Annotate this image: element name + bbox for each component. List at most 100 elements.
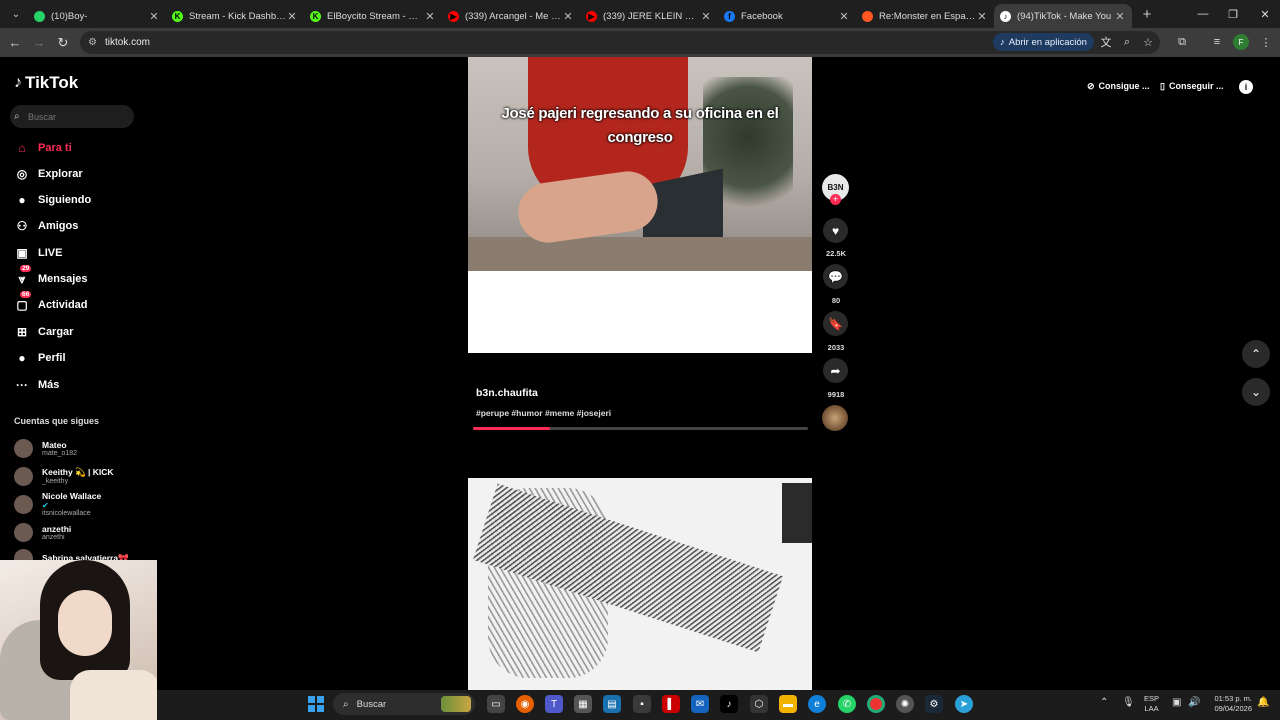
windows-taskbar xyxy=(157,690,1280,720)
profile-avatar[interactable]: F xyxy=(1233,34,1249,50)
language-indicator[interactable]: ESP LAA xyxy=(1144,694,1159,714)
steam-icon[interactable]: ⚙ xyxy=(925,695,943,713)
tab-title: ElBoycito Stream - Watch xyxy=(327,10,424,22)
minimize-icon[interactable]: — xyxy=(1188,0,1218,28)
new-tab-button[interactable]: + xyxy=(1136,6,1158,23)
taskbar-clock[interactable]: 01:53 p. m. 09/04/2026 xyxy=(1206,694,1252,714)
firefox-icon[interactable]: ◉ xyxy=(516,695,534,713)
forward-icon[interactable]: → xyxy=(27,31,51,55)
browser-tab[interactable]: ▶ (339) JERE KLEIN X KATTE✕ xyxy=(580,4,718,28)
zoom-icon[interactable]: ⌕ xyxy=(1117,32,1137,52)
previous-video-icon[interactable]: ⌃ xyxy=(1242,340,1270,368)
whatsapp-icon[interactable]: ✆ xyxy=(838,695,856,713)
app-icon[interactable]: ▪ xyxy=(633,695,651,713)
windows-start-icon[interactable] xyxy=(308,696,324,712)
maximize-icon[interactable]: ❐ xyxy=(1218,0,1248,28)
sidebar-item-m-s[interactable]: ··· Más xyxy=(14,375,59,395)
sidebar-item-para-ti[interactable]: ⌂ Para ti xyxy=(14,138,71,158)
teams-icon[interactable]: T xyxy=(545,695,563,713)
tab-close-icon[interactable]: ✕ xyxy=(976,10,988,23)
followed-account[interactable]: Keeithy 💫 | KICK _keeithy xyxy=(14,463,114,489)
browser-tab[interactable]: K ElBoycito Stream - Watch✕ xyxy=(304,4,442,28)
bookmark-star-icon[interactable]: ☆ xyxy=(1138,32,1158,52)
browser-tab[interactable]: ♪ (94)TikTok - Make You ✕ xyxy=(994,4,1132,28)
sidebar-item-siguiendo[interactable]: ● Siguiendo xyxy=(14,190,91,210)
followed-account[interactable]: Mateo mate_o182 xyxy=(14,435,77,461)
profile-icon: ● xyxy=(18,351,26,365)
telegram-icon[interactable]: ➤ xyxy=(955,695,973,713)
tab-close-icon[interactable]: ✕ xyxy=(838,10,850,23)
tab-close-icon[interactable]: ✕ xyxy=(700,10,712,23)
red-app-icon[interactable]: ▌ xyxy=(662,695,680,713)
tab-title: Stream - Kick Dashboard xyxy=(189,10,286,22)
network-icon[interactable]: ▣ xyxy=(1172,697,1181,708)
task-view-icon[interactable]: ▭ xyxy=(487,695,505,713)
tiktok-taskbar-icon[interactable]: ♪ xyxy=(720,695,738,713)
video-author[interactable]: b3n.chaufita xyxy=(476,387,538,399)
browser-tab[interactable]: K Stream - Kick Dashboard ✕ xyxy=(166,4,304,28)
share-icon[interactable]: ➦ xyxy=(823,358,848,383)
close-window-icon[interactable]: ✕ xyxy=(1250,0,1280,28)
back-icon[interactable]: ← xyxy=(3,31,27,55)
tab-close-icon[interactable]: ✕ xyxy=(562,10,574,23)
translate-icon[interactable]: ⽂ xyxy=(1096,32,1116,52)
follow-plus-icon[interactable]: + xyxy=(830,194,841,205)
photos-icon[interactable]: ▤ xyxy=(603,695,621,713)
sidebar-item-live[interactable]: ▣ LIVE xyxy=(14,243,62,263)
sidebar-item-perfil[interactable]: ● Perfil xyxy=(14,348,65,368)
get-coins-button[interactable]: ⊘ Consigue ... xyxy=(1087,76,1150,96)
bookmark-icon[interactable]: 🔖 xyxy=(823,311,848,336)
tiktok-logo[interactable]: ♪ TikTok xyxy=(14,73,78,93)
volume-icon[interactable]: 🔊 xyxy=(1188,697,1200,708)
comment-icon[interactable]: 💬 xyxy=(823,264,848,289)
tray-chevron-icon[interactable]: ⌃ xyxy=(1100,697,1108,708)
browser-menu-icon[interactable]: ⋮ xyxy=(1256,32,1276,52)
followed-account[interactable]: anzethi anzethi xyxy=(14,519,71,545)
browser-tab[interactable]: (10)Boy- ✕ xyxy=(28,4,166,28)
video-player[interactable]: José pajeri regresando a su oficina en e… xyxy=(468,57,812,271)
sidebar-item-cargar[interactable]: ⊞ Cargar xyxy=(14,322,74,342)
keyboard-shortcuts-icon[interactable]: i xyxy=(1239,80,1253,94)
tab-close-icon[interactable]: ✕ xyxy=(148,10,160,23)
reading-list-icon[interactable]: ≡ xyxy=(1207,32,1227,52)
sidebar-item-mensajes[interactable]: ⩔ 29 Mensajes xyxy=(14,265,88,289)
browser-tab[interactable]: f Facebook ✕ xyxy=(718,4,856,28)
store-icon[interactable]: ▦ xyxy=(574,695,592,713)
like-icon[interactable]: ♥ xyxy=(823,218,848,243)
next-video-player[interactable] xyxy=(468,478,812,690)
get-app-button[interactable]: ▯ Conseguir ... xyxy=(1160,76,1223,96)
reload-icon[interactable]: ↻ xyxy=(51,31,75,55)
music-disc-icon[interactable] xyxy=(822,405,848,431)
sidebar-item-label: Más xyxy=(38,379,60,391)
notifications-icon[interactable]: 🔔 xyxy=(1257,697,1269,708)
tab-close-icon[interactable]: ✕ xyxy=(424,10,436,23)
site-info-icon[interactable]: ⚙ xyxy=(88,37,97,48)
next-video-icon[interactable]: ⌄ xyxy=(1242,378,1270,406)
chrome-icon[interactable] xyxy=(867,695,885,713)
outlook-icon[interactable]: ✉ xyxy=(691,695,709,713)
sidebar-item-explorar[interactable]: ◎ Explorar xyxy=(14,164,83,184)
sidebar-item-amigos[interactable]: ⚇ Amigos xyxy=(14,216,79,236)
clock-time: 01:53 p. m. xyxy=(1214,694,1252,703)
more-icon: ··· xyxy=(16,378,28,392)
taskbar-search[interactable]: ⌕ Buscar xyxy=(333,693,475,715)
extensions-icon[interactable]: ⧉ xyxy=(1172,32,1192,52)
microphone-icon[interactable]: 🎙 xyxy=(1122,697,1135,708)
edge-icon[interactable]: e xyxy=(808,695,826,713)
browser-tab[interactable]: Re:Monster en Español (S✕ xyxy=(856,4,994,28)
browser-tab[interactable]: ▶ (339) Arcangel - Me Prefie✕ xyxy=(442,4,580,28)
tab-close-icon[interactable]: ✕ xyxy=(286,10,298,23)
tiktok-small-icon: ♪ xyxy=(1000,36,1005,48)
chatgpt-icon[interactable]: ✺ xyxy=(896,695,914,713)
video-hashtags[interactable]: #perupe #humor #meme #josejeri xyxy=(476,408,611,418)
search-input[interactable] xyxy=(28,111,128,122)
file-explorer-icon[interactable]: ▬ xyxy=(779,695,797,713)
tab-close-icon[interactable]: ✕ xyxy=(1114,10,1126,23)
app2-icon[interactable]: ⬡ xyxy=(750,695,768,713)
tab-search-icon[interactable]: ⌄ xyxy=(4,4,28,24)
search-box[interactable]: ⌕ xyxy=(10,105,134,128)
video-progress-bar[interactable] xyxy=(473,427,808,430)
open-in-app-button[interactable]: ♪ Abrir en aplicación xyxy=(993,33,1094,51)
followed-account[interactable]: Nicole Wallace ✔ itsnicolewallace xyxy=(14,491,101,517)
sidebar-item-actividad[interactable]: ▢ 66 Actividad xyxy=(14,291,88,315)
